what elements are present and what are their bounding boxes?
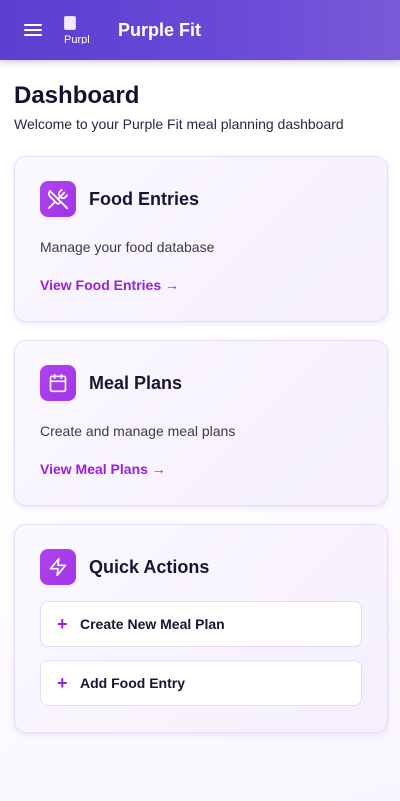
hamburger-menu-icon[interactable] — [24, 22, 42, 38]
view-food-entries-link[interactable]: View Food Entries → — [40, 277, 179, 293]
broken-image-icon: Purpl — [64, 16, 106, 44]
food-entries-card: Food Entries Manage your food database V… — [14, 156, 388, 322]
card-title: Meal Plans — [89, 372, 183, 393]
card-description: Create and manage meal plans — [40, 423, 236, 439]
card-header: Quick Actions — [40, 549, 362, 585]
card-title: Food Entries — [89, 188, 200, 209]
card-description: Manage your food database — [40, 239, 215, 255]
meal-plans-card: Meal Plans Create and manage meal plans … — [14, 340, 388, 506]
view-meal-plans-link[interactable]: View Meal Plans → — [40, 461, 166, 477]
card-header: Food Entries — [40, 181, 362, 217]
top-header: Purpl Purple Fit — [0, 0, 400, 60]
page-subtitle: Welcome to your Purple Fit meal planning… — [14, 116, 344, 132]
action-label: Create New Meal Plan — [80, 616, 225, 632]
calendar-icon — [40, 365, 76, 401]
page-title: Dashboard — [14, 82, 140, 109]
create-new-meal-plan-button[interactable]: + Create New Meal Plan — [40, 601, 362, 647]
brand-name[interactable]: Purple Fit — [118, 20, 201, 41]
add-food-entry-button[interactable]: + Add Food Entry — [40, 660, 362, 706]
card-title: Quick Actions — [89, 556, 210, 577]
lightning-icon — [40, 549, 76, 585]
action-label: Add Food Entry — [80, 675, 185, 691]
card-header: Meal Plans — [40, 365, 362, 401]
quick-actions-card: Quick Actions + Create New Meal Plan + A… — [14, 524, 388, 733]
main-content: Dashboard Welcome to your Purple Fit mea… — [0, 60, 400, 733]
logo-alt-text: Purpl — [64, 34, 90, 44]
plus-icon: + — [57, 672, 68, 693]
app-root: Purpl Purple Fit Dashboard Welcome to yo… — [0, 0, 400, 801]
plus-icon: + — [57, 613, 68, 634]
utensils-crossed-icon — [40, 181, 76, 217]
